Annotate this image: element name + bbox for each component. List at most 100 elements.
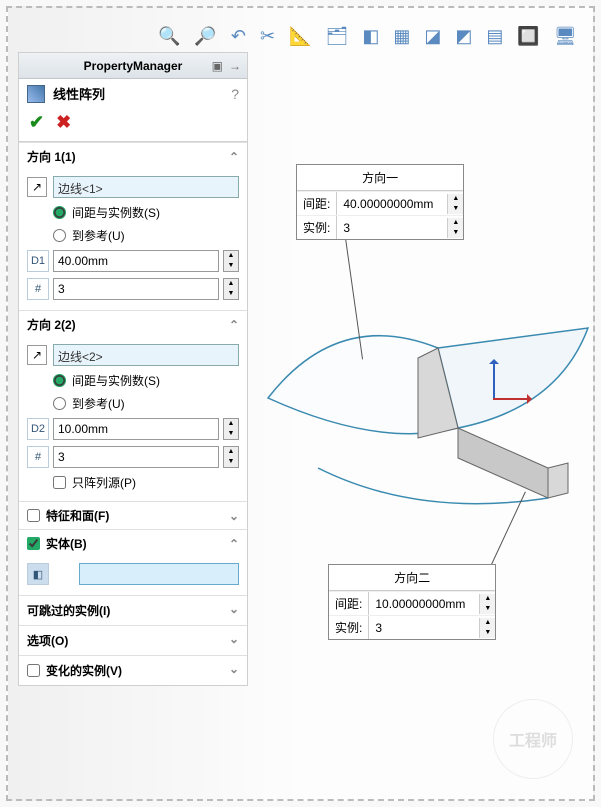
dir2-spacing-input[interactable] (53, 418, 219, 440)
render-icon[interactable]: 🖥 (554, 26, 577, 47)
callout-dir1[interactable]: 方向一 间距: 40.00000000mm ▲▼ 实例: 3 ▲▼ (296, 164, 464, 240)
hide-show-icon[interactable]: 🔲 (517, 26, 539, 47)
dir2-ref-radio[interactable]: 到参考(U) (27, 395, 239, 412)
section-label: 可跳过的实例(I) (27, 602, 110, 619)
linear-pattern-icon (27, 85, 45, 103)
radio-label: 间距与实例数(S) (72, 204, 160, 221)
cancel-button[interactable]: ✖ (56, 112, 71, 133)
features-header[interactable]: 特征和面(F) ⌄ (19, 501, 247, 529)
spinner[interactable]: ▲▼ (223, 418, 239, 440)
feature-title: 线性阵列 (53, 84, 105, 103)
spacing-d2-icon: D2 (27, 418, 49, 440)
spinner[interactable]: ▲▼ (223, 250, 239, 272)
count-label: 实例: (297, 216, 337, 239)
spinner[interactable]: ▲▼ (223, 446, 239, 468)
section-icon[interactable]: ✂ (260, 26, 275, 47)
section-label: 选项(O) (27, 632, 68, 649)
x-axis-icon (493, 398, 529, 400)
spacing-value[interactable]: 10.00000000mm (369, 594, 479, 614)
prev-view-icon[interactable]: ↶ (231, 26, 246, 47)
count-value[interactable]: 3 (369, 618, 479, 638)
dir1-spacing-radio[interactable]: 间距与实例数(S) (27, 204, 239, 221)
bodies-body: ◧ (19, 557, 247, 595)
checkbox-input[interactable] (27, 664, 40, 677)
collapse-icon: ⌃ (229, 537, 239, 551)
checkbox-input[interactable] (27, 537, 40, 550)
dir1-edge-select[interactable]: 边线<1> (53, 176, 239, 198)
measure-icon[interactable]: 📐 (289, 26, 311, 47)
spinner[interactable]: ▲▼ (447, 218, 463, 238)
perspective-icon[interactable]: ▤ (486, 26, 503, 47)
dir2-spacing-radio[interactable]: 间距与实例数(S) (27, 372, 239, 389)
radio-input[interactable] (53, 229, 66, 242)
dir1-header[interactable]: 方向 1(1) ⌃ (19, 142, 247, 170)
direction-arrow-icon[interactable]: ↗ (27, 345, 47, 365)
radio-label: 到参考(U) (72, 227, 125, 244)
skip-header[interactable]: 可跳过的实例(I) ⌄ (19, 595, 247, 625)
expand-icon: ⌄ (229, 662, 239, 679)
expand-icon: ⌄ (229, 509, 239, 523)
count-d2-icon: # (27, 446, 49, 468)
expand-icon: ⌄ (229, 632, 239, 649)
dir2-title: 方向 2(2) (27, 316, 76, 333)
pm-header: PropertyManager ▣ → (19, 53, 247, 79)
dir1-count-input[interactable] (53, 278, 219, 300)
shaded-icon[interactable]: ◧ (362, 26, 379, 47)
body-icon: ◧ (27, 563, 49, 585)
spinner[interactable]: ▲▼ (479, 618, 495, 638)
spacing-d1-icon: D1 (27, 250, 49, 272)
model-viewport[interactable] (258, 248, 598, 568)
pm-pin-icon[interactable]: ▣ (212, 59, 223, 73)
view-toolbar: 🔍 🔎 ↶ ✂ 📐 🗂 ◧ ▦ ◪ ◩ ▤ 🔲 🖥 (158, 26, 577, 47)
spinner[interactable]: ▲▼ (223, 278, 239, 300)
radio-input[interactable] (53, 397, 66, 410)
callout-title: 方向二 (329, 565, 495, 591)
radio-input[interactable] (53, 206, 66, 219)
varied-header[interactable]: 变化的实例(V) ⌄ (19, 655, 247, 685)
collapse-icon: ⌃ (229, 318, 239, 332)
pm-pushpin-icon[interactable]: → (229, 59, 241, 73)
y-axis-icon (493, 362, 495, 398)
count-d1-icon: # (27, 278, 49, 300)
checkbox-input[interactable] (27, 509, 40, 522)
app-frame: 🔍 🔎 ↶ ✂ 📐 🗂 ◧ ▦ ◪ ◩ ▤ 🔲 🖥 PropertyManage… (6, 6, 595, 801)
callout-dir2[interactable]: 方向二 间距: 10.00000000mm ▲▼ 实例: 3 ▲▼ (328, 564, 496, 640)
check-label: 只阵列源(P) (72, 474, 136, 491)
expand-icon: ⌄ (229, 602, 239, 619)
count-value[interactable]: 3 (337, 218, 447, 238)
options-header[interactable]: 选项(O) ⌄ (19, 625, 247, 655)
radio-label: 间距与实例数(S) (72, 372, 160, 389)
dir1-title: 方向 1(1) (27, 148, 76, 165)
section-label: 特征和面(F) (46, 507, 109, 524)
watermark: 工程师 (493, 699, 573, 779)
dir1-spacing-input[interactable] (53, 250, 219, 272)
help-icon[interactable]: ? (231, 86, 239, 102)
shadow-icon[interactable]: ◪ (424, 26, 441, 47)
section-label: 变化的实例(V) (46, 662, 122, 679)
bodies-header[interactable]: 实体(B) ⌃ (19, 529, 247, 557)
dir2-body: ↗ 边线<2> 间距与实例数(S) 到参考(U) D2 ▲▼ # ▲▼ (19, 338, 247, 501)
body-select[interactable] (79, 563, 239, 585)
radio-label: 到参考(U) (72, 395, 125, 412)
dir2-edge-select[interactable]: 边线<2> (53, 344, 239, 366)
ok-button[interactable]: ✔ (29, 112, 44, 133)
spinner[interactable]: ▲▼ (479, 594, 495, 614)
checkbox-input[interactable] (53, 476, 66, 489)
collapse-icon: ⌃ (229, 150, 239, 164)
radio-input[interactable] (53, 374, 66, 387)
spinner[interactable]: ▲▼ (447, 194, 463, 214)
dir1-ref-radio[interactable]: 到参考(U) (27, 227, 239, 244)
zoom-fit-icon[interactable]: 🔍 (158, 26, 180, 47)
direction-arrow-icon[interactable]: ↗ (27, 177, 47, 197)
ao-icon[interactable]: ◩ (455, 26, 472, 47)
spacing-value[interactable]: 40.00000000mm (337, 194, 447, 214)
dir2-header[interactable]: 方向 2(2) ⌃ (19, 310, 247, 338)
callout-title: 方向一 (297, 165, 463, 191)
property-manager-panel: PropertyManager ▣ → 线性阵列 ? ✔ ✖ 方向 1(1) ⌃… (18, 52, 248, 686)
zoom-area-icon[interactable]: 🔎 (194, 26, 216, 47)
spacing-label: 间距: (329, 592, 369, 615)
seed-only-check[interactable]: 只阵列源(P) (27, 474, 239, 491)
wireframe-icon[interactable]: ▦ (393, 26, 410, 47)
display-state-icon[interactable]: 🗂 (325, 26, 348, 47)
dir2-count-input[interactable] (53, 446, 219, 468)
